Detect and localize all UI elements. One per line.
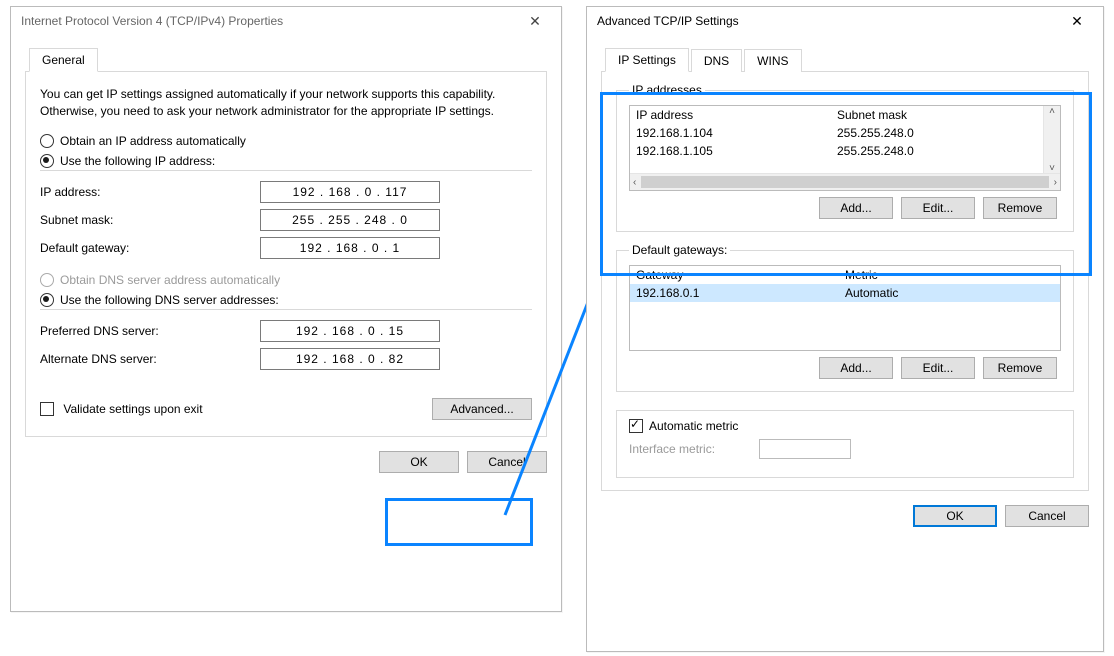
lbl-alternate-dns: Alternate DNS server:: [40, 352, 260, 366]
default-gateway-field[interactable]: 192 . 168 . 0 . 1: [260, 237, 440, 259]
adv-tabpanel: IP addresses IP address Subnet mask 192.…: [601, 72, 1089, 491]
scroll-thumb[interactable]: [641, 176, 1048, 188]
radio-icon: [40, 134, 54, 148]
cell-metric: Automatic: [845, 286, 1054, 300]
ip-buttons: Add... Edit... Remove: [629, 197, 1061, 219]
ipv4-tabstrip: General: [25, 45, 547, 72]
ipv4-tabpanel: You can get IP settings assigned automat…: [25, 72, 547, 437]
ipv4-title: Internet Protocol Version 4 (TCP/IPv4) P…: [21, 14, 283, 28]
ipv4-body: General You can get IP settings assigned…: [11, 35, 561, 481]
gateways-list[interactable]: Gateway Metric 192.168.0.1 Automatic: [629, 265, 1061, 351]
horizontal-scrollbar[interactable]: ‹ ›: [630, 173, 1060, 190]
lbl-subnet-mask: Subnet mask:: [40, 213, 260, 227]
ipv4-intro-text: You can get IP settings assigned automat…: [40, 86, 532, 120]
cell-mask: 255.255.248.0: [837, 126, 1038, 140]
scroll-right-icon[interactable]: ›: [1051, 177, 1060, 188]
lbl-ip-address: IP address:: [40, 185, 260, 199]
radio-use-dns-label: Use the following DNS server addresses:: [60, 293, 279, 307]
group-metric: Automatic metric Interface metric:: [616, 410, 1074, 478]
lbl-auto-metric: Automatic metric: [649, 419, 738, 433]
lbl-default-gateway: Default gateway:: [40, 241, 260, 255]
advanced-tcpip-dialog: Advanced TCP/IP Settings ✕ IP Settings D…: [586, 6, 1104, 652]
ok-button[interactable]: OK: [379, 451, 459, 473]
group-ip-legend: IP addresses: [629, 83, 705, 97]
lbl-iface-metric: Interface metric:: [629, 442, 759, 456]
remove-button[interactable]: Remove: [983, 357, 1057, 379]
ok-button[interactable]: OK: [913, 505, 997, 527]
checkbox-icon: [629, 419, 643, 433]
radio-obtain-dns-row: Obtain DNS server address automatically: [40, 273, 532, 287]
radio-icon: [40, 293, 54, 307]
gw-buttons: Add... Edit... Remove: [629, 357, 1061, 379]
remove-button[interactable]: Remove: [983, 197, 1057, 219]
adv-dialog-buttons: OK Cancel: [601, 505, 1089, 527]
radio-use-dns-row[interactable]: Use the following DNS server addresses:: [40, 293, 532, 307]
lbl-validate: Validate settings upon exit: [63, 402, 202, 416]
dns-fields: Preferred DNS server: 192 . 168 . 0 . 15…: [40, 309, 532, 370]
adv-body: IP Settings DNS WINS IP addresses IP add…: [587, 35, 1103, 535]
col-ip-address: IP address: [636, 108, 837, 122]
alternate-dns-field[interactable]: 192 . 168 . 0 . 82: [260, 348, 440, 370]
lbl-preferred-dns: Preferred DNS server:: [40, 324, 260, 338]
cell-ip: 192.168.1.104: [636, 126, 837, 140]
radio-use-ip-label: Use the following IP address:: [60, 154, 215, 168]
radio-obtain-ip-label: Obtain an IP address automatically: [60, 134, 246, 148]
col-subnet-mask: Subnet mask: [837, 108, 1038, 122]
ip-block: Obtain an IP address automatically Use t…: [40, 134, 532, 259]
list-item[interactable]: 192.168.0.1 Automatic: [630, 284, 1060, 302]
ipv4-dialog-buttons: OK Cancel: [25, 451, 547, 473]
radio-obtain-dns-label: Obtain DNS server address automatically: [60, 273, 280, 287]
group-default-gateways: Default gateways: Gateway Metric 192.168…: [616, 250, 1074, 392]
validate-checkbox-row[interactable]: Validate settings upon exit: [40, 402, 203, 417]
scroll-left-icon[interactable]: ‹: [630, 177, 639, 188]
cell-gateway: 192.168.0.1: [636, 286, 845, 300]
list-item[interactable]: 192.168.1.105 255.255.248.0: [630, 142, 1060, 158]
advanced-button[interactable]: Advanced...: [432, 398, 532, 420]
tab-wins[interactable]: WINS: [744, 49, 801, 72]
radio-use-ip-row[interactable]: Use the following IP address:: [40, 154, 532, 168]
col-gateway: Gateway: [636, 268, 845, 282]
dns-block: Obtain DNS server address automatically …: [40, 273, 532, 370]
radio-icon: [40, 273, 54, 287]
radio-obtain-ip-row[interactable]: Obtain an IP address automatically: [40, 134, 532, 148]
cancel-button[interactable]: Cancel: [467, 451, 547, 473]
tab-dns[interactable]: DNS: [691, 49, 742, 72]
edit-button[interactable]: Edit...: [901, 357, 975, 379]
iface-metric-field: [759, 439, 851, 459]
close-icon[interactable]: ✕: [1057, 10, 1097, 32]
vertical-scrollbar[interactable]: ˄ ˅: [1043, 106, 1060, 174]
col-metric: Metric: [845, 268, 1054, 282]
iface-metric-row: Interface metric:: [629, 439, 1061, 459]
radio-icon: [40, 154, 54, 168]
group-ip-addresses: IP addresses IP address Subnet mask 192.…: [616, 90, 1074, 232]
cell-ip: 192.168.1.105: [636, 144, 837, 158]
cell-mask: 255.255.248.0: [837, 144, 1038, 158]
tab-ip-settings[interactable]: IP Settings: [605, 48, 689, 72]
add-button[interactable]: Add...: [819, 197, 893, 219]
close-icon[interactable]: ✕: [515, 10, 555, 32]
ip-address-field[interactable]: 192 . 168 . 0 . 117: [260, 181, 440, 203]
auto-metric-row[interactable]: Automatic metric: [629, 419, 1061, 433]
ipv4-properties-dialog: Internet Protocol Version 4 (TCP/IPv4) P…: [10, 6, 562, 612]
ipv4-titlebar: Internet Protocol Version 4 (TCP/IPv4) P…: [11, 7, 561, 35]
ip-fields: IP address: 192 . 168 . 0 . 117 Subnet m…: [40, 170, 532, 259]
validate-advanced-row: Validate settings upon exit Advanced...: [40, 398, 532, 420]
cancel-button[interactable]: Cancel: [1005, 505, 1089, 527]
checkbox-icon: [40, 402, 54, 416]
add-button[interactable]: Add...: [819, 357, 893, 379]
ip-addresses-list[interactable]: IP address Subnet mask 192.168.1.104 255…: [629, 105, 1061, 191]
adv-title: Advanced TCP/IP Settings: [597, 14, 739, 28]
group-gw-legend: Default gateways:: [629, 243, 730, 257]
subnet-mask-field[interactable]: 255 . 255 . 248 . 0: [260, 209, 440, 231]
list-item[interactable]: 192.168.1.104 255.255.248.0: [630, 124, 1060, 142]
adv-titlebar: Advanced TCP/IP Settings ✕: [587, 7, 1103, 35]
adv-tabstrip: IP Settings DNS WINS: [601, 45, 1089, 72]
tab-general[interactable]: General: [29, 48, 98, 72]
edit-button[interactable]: Edit...: [901, 197, 975, 219]
scroll-up-icon[interactable]: ˄: [1046, 106, 1058, 117]
preferred-dns-field[interactable]: 192 . 168 . 0 . 15: [260, 320, 440, 342]
